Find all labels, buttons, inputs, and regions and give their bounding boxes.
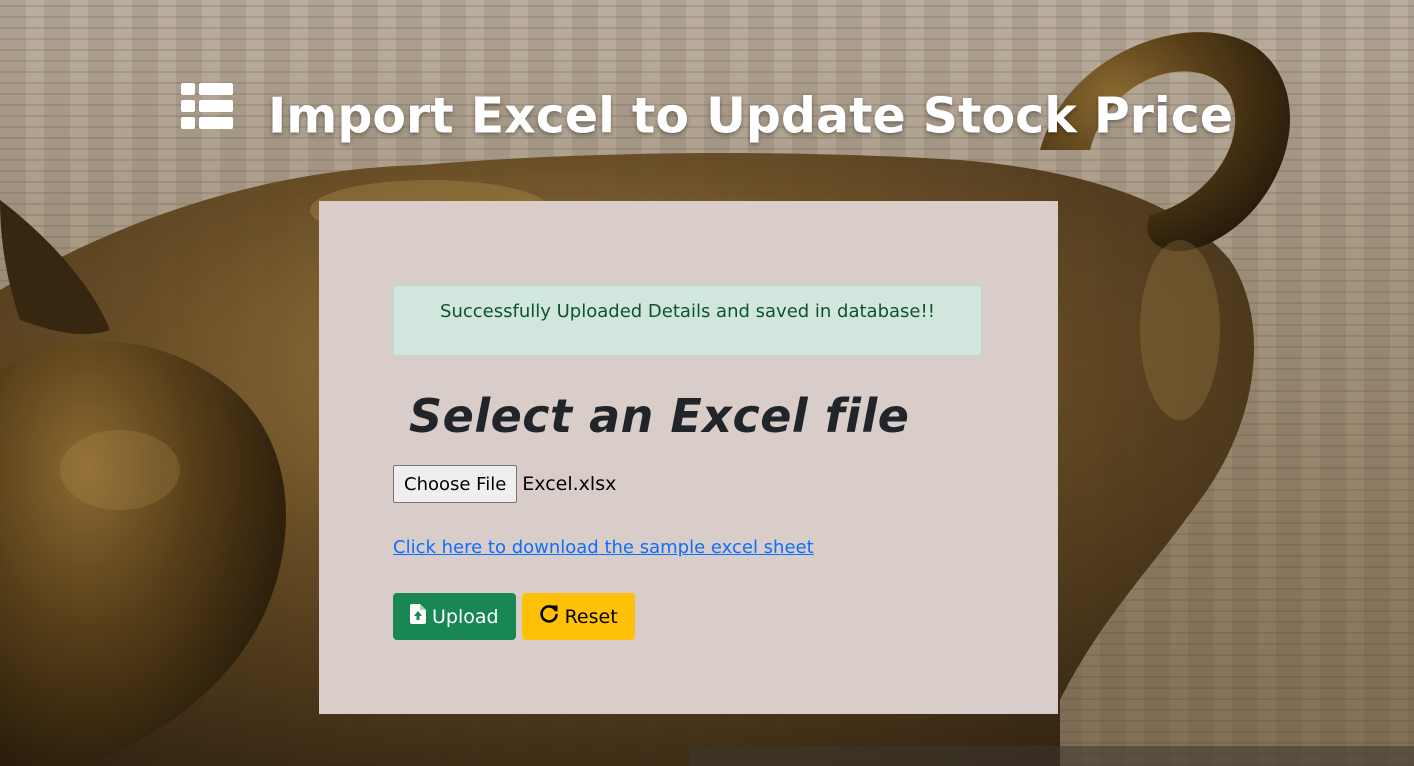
action-buttons: Upload Reset — [393, 593, 635, 640]
upload-button[interactable]: Upload — [393, 593, 516, 640]
upload-card: Successfully Uploaded Details and saved … — [319, 201, 1058, 714]
file-input[interactable]: Choose File Excel.xlsx — [393, 465, 616, 503]
upload-button-label: Upload — [432, 605, 499, 628]
choose-file-button[interactable]: Choose File — [393, 465, 518, 503]
reset-button-label: Reset — [564, 605, 618, 628]
file-upload-icon — [410, 604, 426, 629]
reset-button[interactable]: Reset — [521, 593, 635, 640]
download-sample-link[interactable]: Click here to download the sample excel … — [393, 537, 814, 558]
list-icon — [180, 81, 233, 145]
select-file-heading: Select an Excel file — [409, 389, 910, 443]
success-alert: Successfully Uploaded Details and saved … — [393, 285, 982, 356]
reset-icon — [539, 604, 559, 629]
selected-file-name: Excel.xlsx — [522, 473, 617, 495]
bottom-overlay-strip — [690, 746, 1414, 766]
success-alert-message: Successfully Uploaded Details and saved … — [440, 301, 935, 322]
page-title: Import Excel to Update Stock Price — [268, 87, 1234, 145]
page-header: Import Excel to Update Stock Price — [0, 82, 1414, 149]
